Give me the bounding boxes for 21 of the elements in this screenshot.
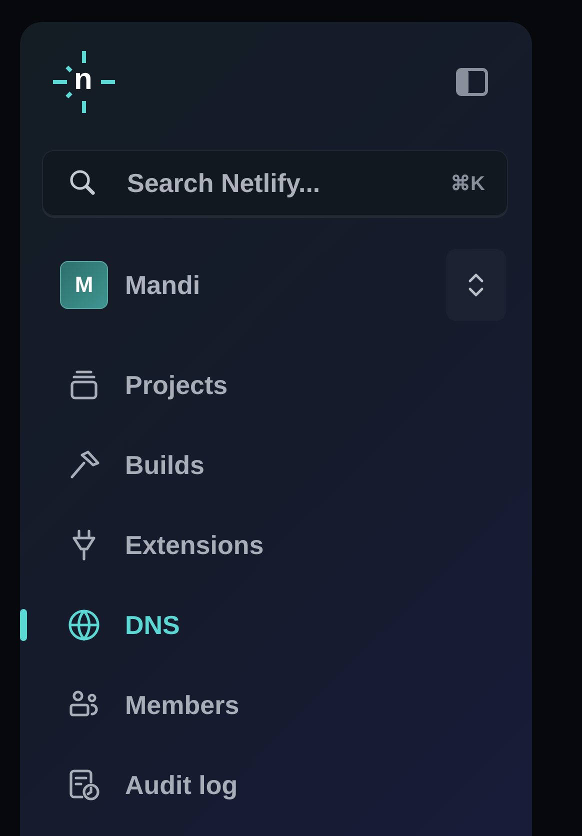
nav-item[interactable]: Audit log	[42, 745, 508, 825]
team-name[interactable]: Mandi	[125, 270, 446, 300]
active-indicator	[20, 609, 27, 641]
team-avatar: M	[60, 261, 108, 309]
nav-item[interactable]: Builds	[42, 425, 508, 505]
logo[interactable]: n	[53, 51, 115, 113]
team-switcher-button[interactable]	[446, 249, 506, 321]
nav-item[interactable]: DNS	[42, 585, 508, 665]
chevron-up-down-icon	[468, 272, 484, 298]
nav-item[interactable]: Projects	[42, 345, 508, 425]
nav-item[interactable]: Members	[42, 665, 508, 745]
search-icon	[69, 169, 97, 197]
nav-item[interactable]: Extensions	[42, 505, 508, 585]
document-clock-icon	[68, 769, 100, 801]
search-input[interactable]: Search Netlify...	[125, 166, 451, 200]
sidebar-toggle-icon[interactable]	[456, 68, 488, 96]
stack-icon	[68, 369, 100, 401]
keyboard-shortcut: ⌘K	[450, 172, 485, 196]
globe-icon	[68, 609, 100, 641]
hammer-icon	[68, 449, 100, 481]
search-bar[interactable]: Search Netlify... ⌘K	[42, 150, 508, 216]
